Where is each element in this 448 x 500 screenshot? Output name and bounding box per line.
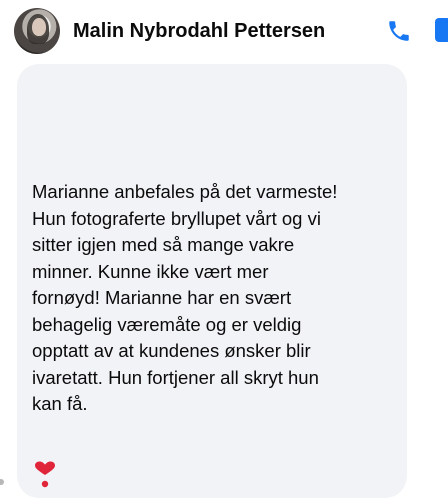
scroll-indicator bbox=[0, 479, 4, 485]
avatar-face bbox=[32, 18, 46, 36]
phone-icon[interactable] bbox=[386, 18, 412, 44]
message-text: Marianne anbefales på det varmeste! Hun … bbox=[32, 181, 338, 414]
contact-avatar[interactable] bbox=[14, 8, 60, 54]
chat-header: Malin Nybrodahl Pettersen bbox=[0, 0, 448, 60]
contact-name[interactable]: Malin Nybrodahl Pettersen bbox=[73, 20, 325, 43]
video-camera-icon[interactable] bbox=[435, 18, 448, 42]
heavy-heart-exclamation-icon[interactable] bbox=[34, 461, 56, 489]
